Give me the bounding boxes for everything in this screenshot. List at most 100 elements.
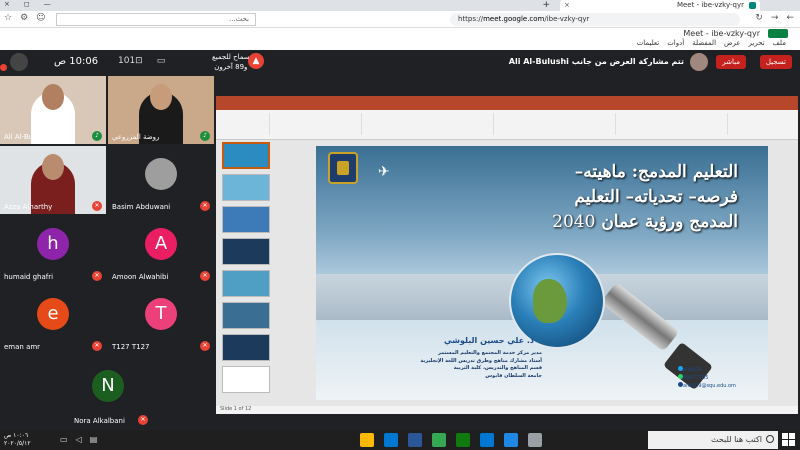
participant-tile[interactable]: T T127 T127 ✕ — [108, 286, 214, 354]
university-logo — [328, 152, 358, 184]
taskbar-app-icon[interactable] — [384, 433, 398, 447]
notification-icon[interactable]: ▭ — [60, 435, 68, 444]
taskbar-app-icon[interactable] — [456, 433, 470, 447]
presenter-avatar — [690, 53, 708, 71]
participant-tile[interactable]: h humaid ghafri ✕ — [0, 216, 106, 284]
url-scheme: https:// — [458, 15, 484, 23]
participant-tile[interactable]: روضة المزروعي ♪ — [108, 76, 214, 144]
participant-face — [42, 84, 64, 110]
recording-indicator-icon — [0, 64, 7, 71]
slide-thumbnail[interactable] — [222, 302, 270, 329]
volume-icon[interactable]: ◁ — [76, 435, 82, 444]
minimize-window-button[interactable]: — — [44, 0, 51, 8]
self-camera-icon[interactable] — [10, 53, 28, 71]
contact-twitter-text: alia109 — [683, 367, 702, 373]
menu-file[interactable]: ملف — [773, 39, 786, 47]
menu-favorites[interactable]: المفضلة — [692, 39, 716, 47]
browser-toolbar-icons: ☆ ⚙ ☺ — [4, 13, 46, 23]
ribbon-group-font — [364, 113, 494, 135]
gear-icon[interactable]: ⚙ — [20, 13, 28, 23]
affiliation-line: قسم المناهج والتدريس، كلية التربية — [453, 365, 542, 371]
slide-thumbnail[interactable] — [222, 270, 270, 297]
windows-start-icon[interactable] — [782, 433, 796, 447]
mic-muted-icon: ✕ — [200, 201, 210, 211]
slide-thumbnail[interactable] — [222, 174, 270, 201]
taskbar-apps — [360, 433, 542, 447]
participant-tile[interactable]: Ali Al-Bulushi ♪ — [0, 76, 106, 144]
participant-tile[interactable]: A Amoon Alwahibi ✕ — [108, 216, 214, 284]
present-icon[interactable]: ▲ — [248, 53, 264, 69]
menu-tools[interactable]: أدوات — [667, 39, 684, 47]
slide-thumbnail[interactable] — [222, 334, 270, 361]
browser-tab[interactable]: Meet - ibe-vzky-qyr × — [560, 0, 760, 11]
nav-buttons: ↻ → ← — [755, 13, 794, 23]
network-icon[interactable]: ▤ — [90, 435, 98, 444]
taskbar-app-icon[interactable] — [504, 433, 518, 447]
participant-tile[interactable]: Basim Abduwani ✕ — [108, 146, 214, 214]
taskbar-app-icon[interactable] — [528, 433, 542, 447]
url-field[interactable]: https://meet.google.com/ibe-vzky-qyr — [450, 13, 740, 26]
taskbar-app-icon[interactable] — [360, 433, 374, 447]
participant-name: eman amr — [4, 343, 41, 351]
record-button[interactable]: تسجيل — [759, 55, 792, 69]
menu-bar: ملف تحرير عرض المفضلة أدوات تعليمات — [637, 39, 786, 47]
meet-favicon-icon — [749, 2, 756, 9]
participant-tile[interactable]: e eman amr ✕ — [0, 286, 106, 354]
ribbon-group-slides — [272, 113, 362, 135]
forward-icon[interactable]: → — [771, 13, 779, 23]
taskbar-date: ٢٠٢٠/٥/١٢ — [4, 440, 31, 447]
slide-canvas: ✈ التعليم المدمج: ماهيته– فرصه– تحدياته–… — [316, 146, 768, 400]
star-icon[interactable]: ☆ — [4, 13, 12, 23]
meeting-clock: 10:06 ص — [54, 56, 99, 67]
tab-close-icon[interactable]: × — [564, 1, 570, 9]
url-path: /ibe-vzky-qyr — [544, 15, 590, 23]
menu-help[interactable]: تعليمات — [637, 39, 660, 47]
refresh-icon[interactable]: ↻ — [755, 13, 763, 23]
live-button[interactable]: مباشر — [716, 55, 746, 69]
participant-face — [42, 154, 64, 180]
participant-avatar — [145, 158, 177, 190]
taskbar-search-placeholder: اكتب هنا للبحث — [711, 435, 762, 444]
chat-icon[interactable]: ▭ — [157, 56, 166, 66]
participant-tile[interactable]: N Nora Alkalbani ✕ — [38, 356, 178, 428]
taskbar-search-input[interactable]: اكتب هنا للبحث — [648, 431, 778, 449]
tab-title: Meet - ibe-vzky-qyr — [676, 1, 744, 9]
browser-titlebar: × ◻ — + Meet - ibe-vzky-qyr × — [0, 0, 800, 11]
taskbar-clock[interactable]: ١٠:٠٦ ص ٢٠٢٠/٥/١٢ — [4, 432, 31, 448]
back-icon[interactable]: ← — [786, 13, 794, 23]
participant-face — [150, 84, 172, 110]
participant-name: Basim Abduwani — [112, 203, 171, 211]
smiley-icon[interactable]: ☺ — [36, 13, 45, 23]
menu-edit[interactable]: تحرير — [749, 39, 765, 47]
presenting-banner: تتم مشاركة العرض من جانب Ali Al-Bulushi — [508, 57, 684, 66]
search-icon — [766, 435, 774, 443]
participant-initial: e — [37, 298, 69, 330]
participant-name: Amoon Alwahibi — [112, 273, 169, 281]
taskbar-app-icon[interactable] — [480, 433, 494, 447]
participant-tile[interactable]: Azza Alharthy ✕ — [0, 146, 106, 214]
meet-top-bar: تسجيل مباشر تتم مشاركة العرض من جانب Ali… — [0, 50, 800, 76]
new-tab-button[interactable]: + — [542, 0, 550, 10]
ppt-ribbon — [216, 110, 798, 140]
participants-icon[interactable]: 101⊡ — [118, 56, 143, 66]
slide-thumbnail[interactable] — [222, 238, 270, 265]
taskbar-app-icon[interactable] — [432, 433, 446, 447]
maximize-window-button[interactable]: ◻ — [24, 0, 30, 8]
participant-initial: N — [92, 370, 124, 402]
contact-phone: 99477795 — [676, 374, 756, 382]
slide-thumbnail[interactable] — [222, 142, 270, 169]
slide-contacts: alia109 99477795 alia109@squ.edu.om — [676, 366, 756, 390]
mic-muted-icon: ✕ — [200, 341, 210, 351]
mic-muted-icon: ✕ — [92, 271, 102, 281]
slide-thumbnail[interactable] — [222, 366, 270, 393]
ribbon-group-paragraph — [496, 113, 616, 135]
close-window-button[interactable]: × — [4, 0, 10, 8]
slide-thumbnail[interactable] — [222, 206, 270, 233]
affiliation-line: جامعة السلطان قابوس — [485, 372, 542, 379]
menu-view[interactable]: عرض — [724, 39, 741, 47]
browser-search-input[interactable]: بحث... — [56, 13, 256, 26]
allow-participants[interactable]: سماح للجميع و89 آخرون — [212, 52, 250, 72]
slide-title-line1: التعليم المدمج: ماهيته– — [574, 162, 738, 182]
participant-initial: A — [145, 228, 177, 260]
taskbar-app-icon[interactable] — [408, 433, 422, 447]
